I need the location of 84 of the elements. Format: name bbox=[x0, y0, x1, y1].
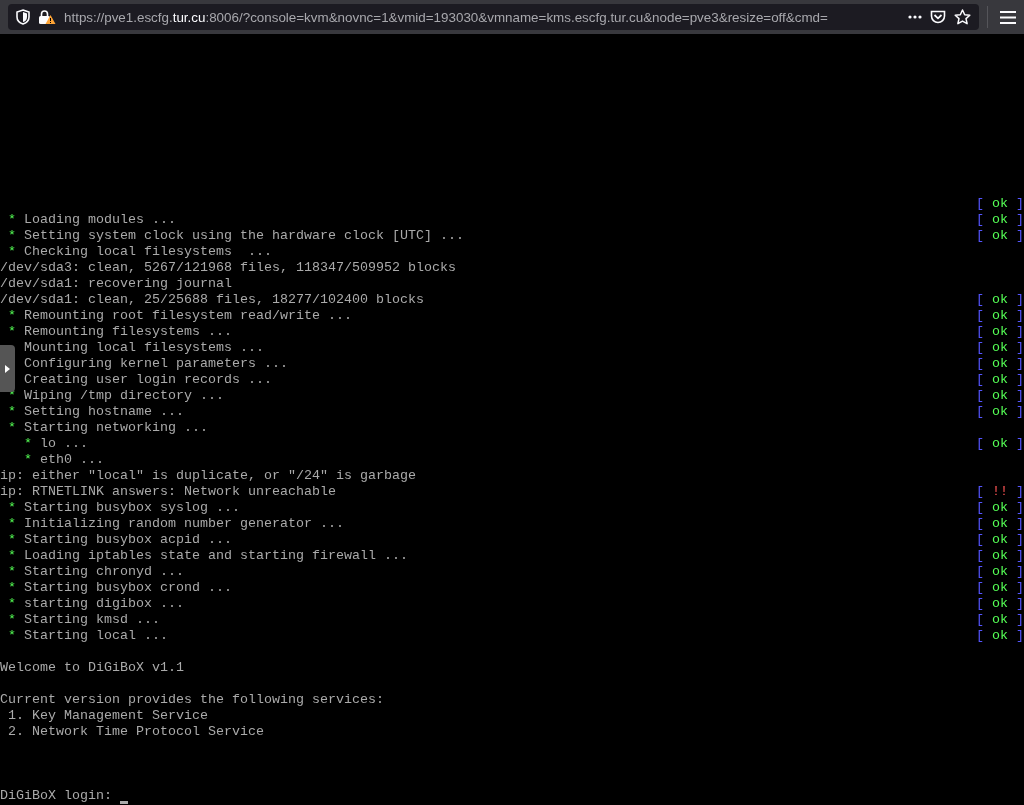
insecure-lock-icon[interactable] bbox=[38, 9, 56, 25]
status-label: [ ok ] bbox=[976, 228, 1024, 244]
status-label: [ ok ] bbox=[976, 212, 1024, 228]
more-icon[interactable] bbox=[908, 15, 922, 19]
console-line: Current version provides the following services: bbox=[0, 692, 384, 708]
console-line: Loading modules ... bbox=[24, 212, 176, 228]
status-label: [ ok ] bbox=[976, 292, 1024, 308]
console-line: eth0 ... bbox=[40, 452, 104, 468]
bullet-mark: * bbox=[8, 388, 16, 404]
shield-icon[interactable] bbox=[16, 9, 30, 25]
console-line: ip: RTNETLINK answers: Network unreachable bbox=[0, 484, 336, 500]
console-line: Wiping /tmp directory ... bbox=[24, 388, 224, 404]
status-label: [ ok ] bbox=[976, 548, 1024, 564]
console-line: 1. Key Management Service bbox=[8, 708, 208, 724]
bullet-mark: * bbox=[8, 212, 16, 228]
bullet-mark: * bbox=[8, 244, 16, 260]
bullet-mark: * bbox=[8, 308, 16, 324]
console-line: Starting busybox crond ... bbox=[24, 580, 232, 596]
bullet-mark: * bbox=[8, 500, 16, 516]
url-text: https://pve1.escfg.tur.cu:8006/?console=kvm&novnc=1&vmid=193030&vmname=kms.escfg.tur.cu&node=pve3&resize=off&cmd= bbox=[64, 9, 829, 25]
status-label: [ ok ] bbox=[976, 436, 1024, 452]
console-line: Remounting filesystems ... bbox=[24, 324, 232, 340]
bullet-mark: * bbox=[24, 452, 32, 468]
console-line: /dev/sda1: recovering journal bbox=[0, 276, 232, 292]
status-label: [ ok ] bbox=[976, 388, 1024, 404]
console-line: Starting local ... bbox=[24, 628, 168, 644]
bullet-mark: * bbox=[8, 516, 16, 532]
console-line: Starting kmsd ... bbox=[24, 612, 160, 628]
console-line: Creating user login records ... bbox=[24, 372, 272, 388]
status-label: [ ok ] bbox=[976, 516, 1024, 532]
bullet-mark: * bbox=[8, 548, 16, 564]
status-label: [ ok ] bbox=[976, 308, 1024, 324]
console-line: Loading iptables state and starting firewall ... bbox=[24, 548, 408, 564]
console-line: Checking local filesystems ... bbox=[24, 244, 272, 260]
console-line: Starting chronyd ... bbox=[24, 564, 184, 580]
status-label: [ ok ] bbox=[976, 500, 1024, 516]
status-label: [ ok ] bbox=[976, 564, 1024, 580]
control-bar-handle[interactable] bbox=[0, 345, 15, 392]
bullet-mark: * bbox=[8, 404, 16, 420]
status-label: [ ok ] bbox=[976, 628, 1024, 644]
console-line: Setting hostname ... bbox=[24, 404, 184, 420]
bullet-mark: * bbox=[8, 532, 16, 548]
console-line: Starting networking ... bbox=[24, 420, 208, 436]
status-label: [ ok ] bbox=[976, 404, 1024, 420]
bullet-mark: * bbox=[8, 628, 16, 644]
status-label: [ ok ] bbox=[976, 324, 1024, 340]
login-prompt: DiGiBoX login: bbox=[0, 788, 112, 804]
address-bar[interactable]: https://pve1.escfg.tur.cu:8006/?console=kvm&novnc=1&vmid=193030&vmname=kms.escfg.tur.cu&node=pve3&resize=off&cmd= bbox=[8, 4, 979, 30]
status-label: [ ok ] bbox=[976, 612, 1024, 628]
console-line: Remounting root filesystem read/write ... bbox=[24, 308, 352, 324]
console-line: Initializing random number generator ... bbox=[24, 516, 344, 532]
status-label: [ ok ] bbox=[976, 580, 1024, 596]
console-line: /dev/sda3: clean, 5267/121968 files, 118347/509952 blocks bbox=[0, 260, 456, 276]
console-line: Setting system clock using the hardware clock [UTC] ... bbox=[24, 228, 464, 244]
bullet-mark: * bbox=[24, 436, 32, 452]
bullet-mark: * bbox=[8, 564, 16, 580]
status-label: [ ok ] bbox=[976, 356, 1024, 372]
console-line: /dev/sda1: clean, 25/25688 files, 18277/102400 blocks bbox=[0, 292, 424, 308]
status-label: [ ok ] bbox=[976, 340, 1024, 356]
caret-icon bbox=[5, 364, 10, 373]
console-line: Configuring kernel parameters ... bbox=[24, 356, 288, 372]
status-label: [ ok ] bbox=[976, 532, 1024, 548]
bullet-mark: * bbox=[8, 596, 16, 612]
console-line: Starting busybox syslog ... bbox=[24, 500, 240, 516]
star-icon[interactable] bbox=[954, 9, 971, 25]
console-line: ip: either "local" is duplicate, or "/24" is garbage bbox=[0, 468, 416, 484]
bullet-mark: * bbox=[8, 324, 16, 340]
bullet-mark: * bbox=[8, 580, 16, 596]
status-label: [ ok ] bbox=[976, 596, 1024, 612]
pocket-icon[interactable] bbox=[930, 9, 946, 25]
console-line: Welcome to DiGiBoX v1.1 bbox=[0, 660, 184, 676]
console-line: Starting busybox acpid ... bbox=[24, 532, 232, 548]
menu-icon[interactable] bbox=[1000, 10, 1016, 24]
bullet-mark: * bbox=[8, 420, 16, 436]
bullet-mark: * bbox=[8, 228, 16, 244]
status-label: [ ok ] bbox=[976, 372, 1024, 388]
status-label: [ !! ] bbox=[976, 484, 1024, 500]
text-cursor bbox=[120, 801, 128, 804]
bullet-mark: * bbox=[8, 612, 16, 628]
status-label: [ ok ] bbox=[976, 196, 1024, 212]
console-line: 2. Network Time Protocol Service bbox=[8, 724, 264, 740]
console-line: Mounting local filesystems ... bbox=[24, 340, 264, 356]
console-line: lo ... bbox=[40, 436, 88, 452]
console-line: starting digibox ... bbox=[24, 596, 184, 612]
